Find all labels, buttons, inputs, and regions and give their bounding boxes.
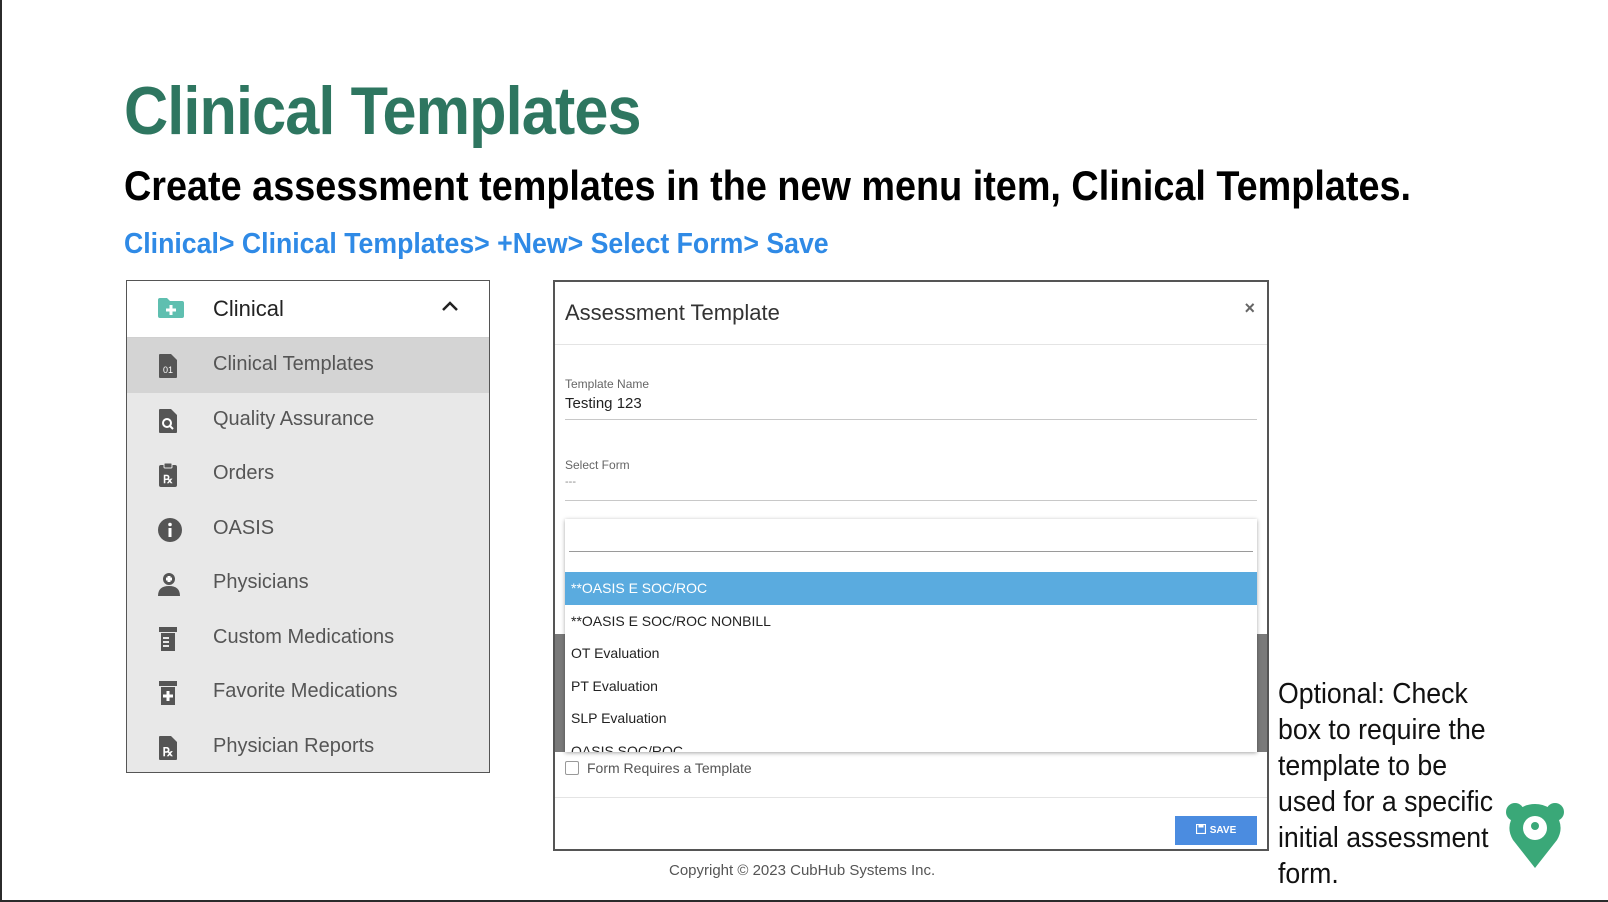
slide-left-border xyxy=(0,0,2,902)
options-list: **OASIS E SOC/ROC **OASIS E SOC/ROC NONB… xyxy=(565,572,1257,752)
sidebar-item-physicians[interactable]: Physicians xyxy=(127,556,489,611)
sidebar-item-label: Physicians xyxy=(213,571,309,593)
option-oasis-soc-roc[interactable]: OASIS SOC/ROC xyxy=(565,735,1257,753)
pill-bottle-icon xyxy=(157,626,179,652)
option-oasis-e-soc-roc-nonbill[interactable]: **OASIS E SOC/ROC NONBILL xyxy=(565,605,1257,638)
select-form-dropdown[interactable]: --- xyxy=(565,476,576,488)
save-button[interactable]: SAVE xyxy=(1175,816,1257,845)
option-oasis-e-soc-roc[interactable]: **OASIS E SOC/ROC xyxy=(565,572,1257,605)
form-requires-template-row: Form Requires a Template xyxy=(565,760,752,776)
dialog-divider xyxy=(555,344,1267,345)
save-label: SAVE xyxy=(1209,825,1237,836)
info-circle-icon xyxy=(157,517,182,543)
sidebar-item-physician-reports[interactable]: ℞ Physician Reports xyxy=(127,720,489,775)
sidebar-item-label: Quality Assurance xyxy=(213,407,375,430)
option-slp-evaluation[interactable]: SLP Evaluation xyxy=(565,702,1257,735)
sidebar-item-label: Physician Reports xyxy=(213,734,375,757)
document-rx-icon: ℞ xyxy=(157,735,179,761)
form-requires-template-checkbox[interactable] xyxy=(565,761,579,775)
physician-icon xyxy=(157,571,180,597)
sidebar-item-favorite-medications[interactable]: Favorite Medications xyxy=(127,665,489,720)
copyright-text: Copyright © 2023 CubHub Systems Inc. xyxy=(669,862,936,879)
optional-note: Optional: Check box to require the templ… xyxy=(1278,678,1494,890)
close-icon[interactable]: × xyxy=(1244,298,1255,319)
template-name-label: Template Name xyxy=(565,377,650,391)
select-form-underline xyxy=(565,500,1257,501)
checkbox-label: Form Requires a Template xyxy=(587,760,752,776)
assessment-template-dialog: Assessment Template × Template Name Test… xyxy=(553,280,1269,851)
option-ot-evaluation[interactable]: OT Evaluation xyxy=(565,637,1257,670)
select-form-options: **OASIS E SOC/ROC **OASIS E SOC/ROC NONB… xyxy=(565,519,1257,752)
template-name-underline xyxy=(565,419,1257,420)
navigation-path: Clinical> Clinical Templates> +New> Sele… xyxy=(124,228,829,260)
pill-bottle-plus-icon xyxy=(157,680,179,706)
slide-subtitle: Create assessment templates in the new m… xyxy=(124,162,1412,209)
folder-plus-icon xyxy=(157,297,185,324)
svg-text:℞: ℞ xyxy=(163,745,174,759)
sidebar-item-label: OASIS xyxy=(213,516,275,539)
sidebar-item-orders[interactable]: ℞ Orders xyxy=(127,447,489,502)
document-search-icon xyxy=(157,408,179,434)
clipboard-rx-icon: ℞ xyxy=(157,462,179,488)
dialog-title: Assessment Template xyxy=(565,300,780,325)
sidebar-item-quality-assurance[interactable]: Quality Assurance xyxy=(127,393,489,448)
sidebar-item-label: Orders xyxy=(213,462,275,484)
dialog-footer-divider xyxy=(555,797,1267,798)
sidebar-item-label: Custom Medications xyxy=(213,625,395,648)
clinical-menu: Clinical 01 Clinical Templates Quality A… xyxy=(126,280,490,773)
save-icon xyxy=(1195,823,1206,837)
sidebar-item-label: Favorite Medications xyxy=(213,680,398,702)
menu-header-label: Clinical xyxy=(213,296,284,321)
sidebar-item-oasis[interactable]: OASIS xyxy=(127,502,489,557)
sidebar-item-label: Clinical Templates xyxy=(213,353,374,375)
option-pt-evaluation[interactable]: PT Evaluation xyxy=(565,670,1257,703)
sidebar-item-clinical-templates[interactable]: 01 Clinical Templates xyxy=(127,338,489,393)
cubhub-logo xyxy=(1505,800,1565,875)
select-form-label: Select Form xyxy=(565,458,630,472)
chevron-up-icon[interactable] xyxy=(441,299,459,317)
document-01-icon: 01 xyxy=(157,353,179,379)
menu-header-clinical[interactable]: Clinical xyxy=(127,281,489,338)
dropdown-search-input[interactable] xyxy=(569,551,1253,552)
slide-title: Clinical Templates xyxy=(124,73,642,149)
template-name-input[interactable]: Testing 123 xyxy=(565,395,642,412)
svg-text:01: 01 xyxy=(163,365,173,375)
svg-text:℞: ℞ xyxy=(163,474,173,486)
sidebar-item-custom-medications[interactable]: Custom Medications xyxy=(127,611,489,666)
